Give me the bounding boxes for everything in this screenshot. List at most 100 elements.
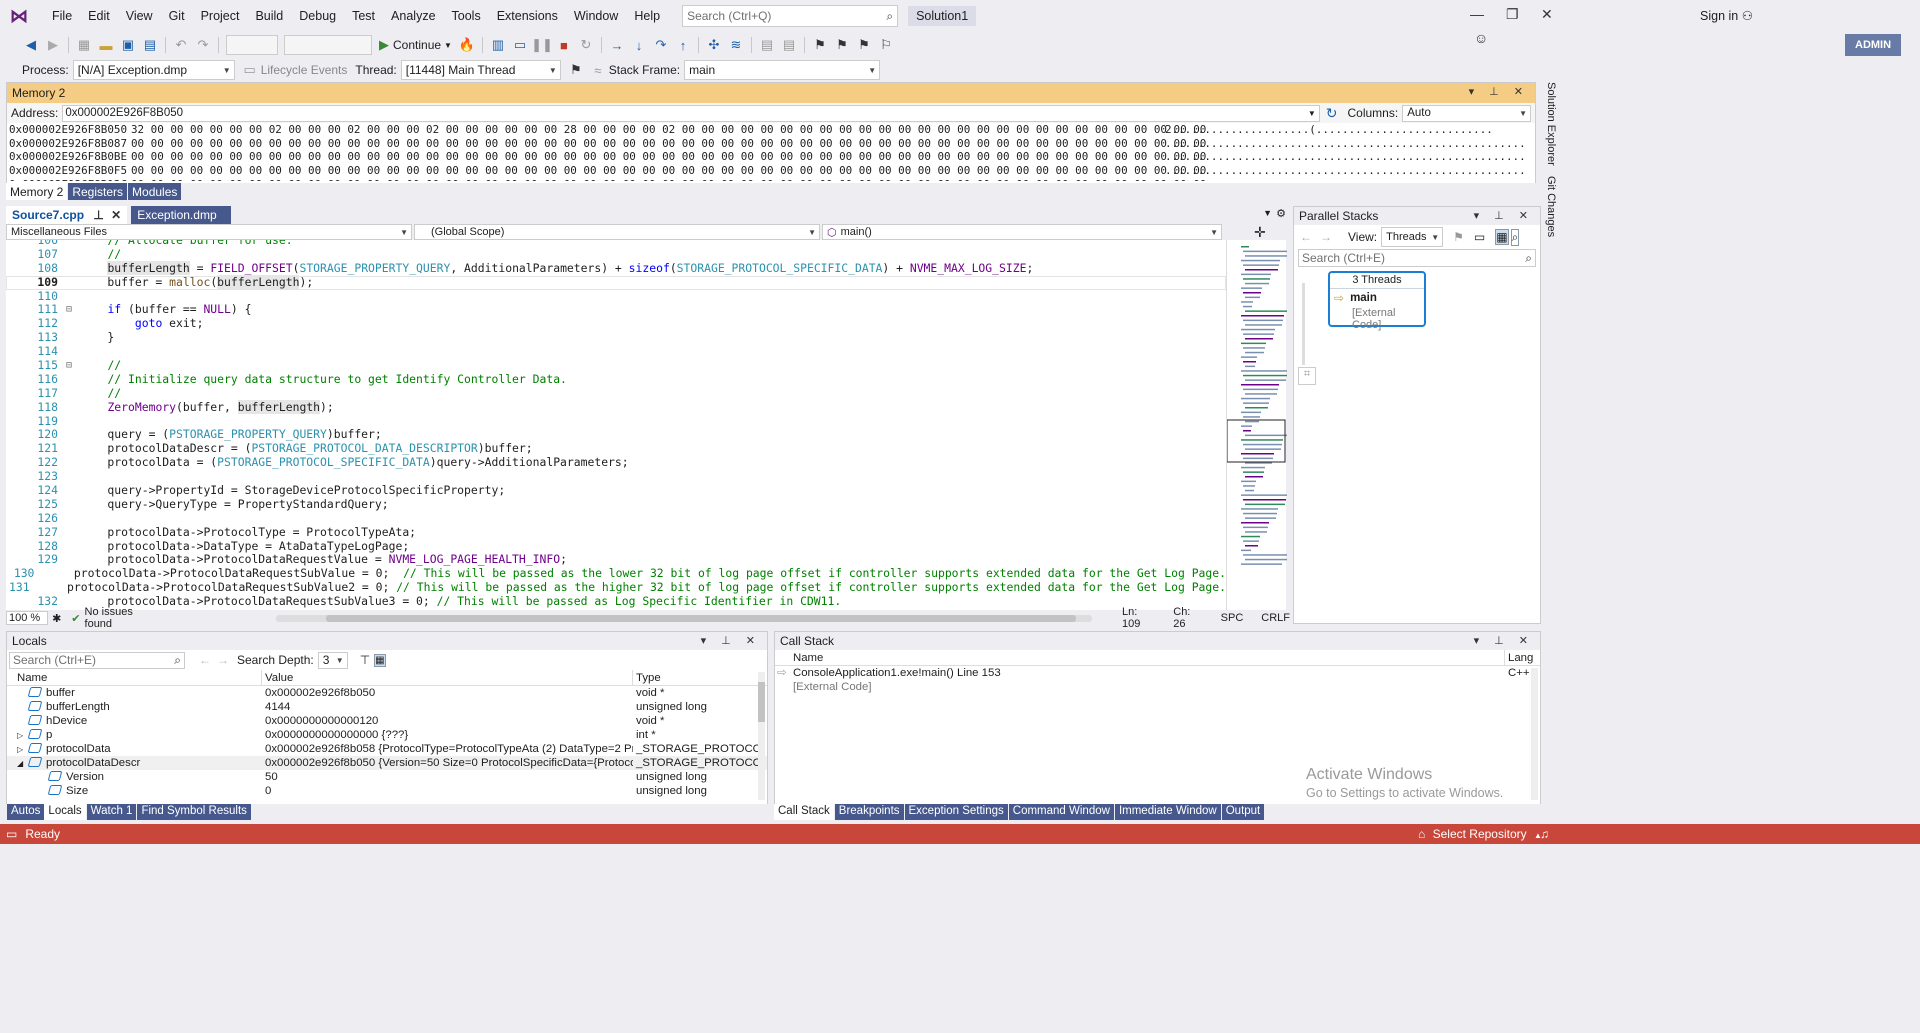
tab-modules[interactable]: Modules <box>128 183 182 200</box>
close-tab-icon[interactable]: ✕ <box>111 208 121 222</box>
back-icon[interactable]: ← <box>199 653 211 667</box>
settings-icon[interactable]: ⚙ <box>1276 207 1286 220</box>
memory-row[interactable]: 0x000002E926F8B12C00 00 00 00 00 00 00 0… <box>9 178 1535 181</box>
menu-debug[interactable]: Debug <box>291 0 344 32</box>
menu-help[interactable]: Help <box>626 0 668 32</box>
flag-thread-icon[interactable]: ⚑ <box>566 60 586 80</box>
tab-exception-settings[interactable]: Exception Settings <box>904 804 1008 820</box>
code-line[interactable]: 113 } <box>6 330 1226 345</box>
fit-icon[interactable]: ⌗ <box>1298 367 1316 385</box>
menu-file[interactable]: File <box>44 0 80 32</box>
menu-view[interactable]: View <box>118 0 161 32</box>
split-icon[interactable]: ✛ <box>1254 224 1266 240</box>
frame-external-code[interactable]: [External Code] <box>1330 307 1424 331</box>
code-line[interactable]: 119 <box>6 414 1226 429</box>
project-combo[interactable]: Miscellaneous Files ▼ <box>6 224 412 240</box>
menu-test[interactable]: Test <box>344 0 383 32</box>
code-line[interactable]: 115 ⊟ // <box>6 358 1226 373</box>
open-file-icon[interactable]: ▬ <box>96 35 116 55</box>
tab-output[interactable]: Output <box>1221 804 1265 820</box>
locals-search-input[interactable]: Search (Ctrl+E) ⌕ <box>9 651 185 669</box>
redo-icon[interactable]: ↷ <box>193 35 213 55</box>
line-ending-indicator[interactable]: CRLF <box>1261 612 1290 624</box>
column-name[interactable]: Name <box>7 670 262 685</box>
code-line[interactable]: 131 protocolData->ProtocolDataRequestSub… <box>6 580 1226 595</box>
address-input[interactable]: 0x000002E926F8B050 ▼ <box>62 104 1320 122</box>
memory-row[interactable]: 0x000002E926F8B050 32 00 00 00 00 00 00 0… <box>9 123 1535 137</box>
back-icon[interactable]: ◀ <box>21 35 41 55</box>
column-lang[interactable]: Lang <box>1505 650 1533 665</box>
flag-icon[interactable]: ⚑ <box>1453 230 1464 244</box>
menu-project[interactable]: Project <box>193 0 248 32</box>
tab-git-changes[interactable]: Git Changes <box>1545 176 1557 237</box>
zoom-slider[interactable] <box>1302 283 1305 365</box>
thread-combo[interactable]: [11448] Main Thread ▼ <box>400 60 561 80</box>
tab-immediate-window[interactable]: Immediate Window <box>1114 804 1221 820</box>
comment-icon[interactable]: ▤ <box>757 35 777 55</box>
code-line[interactable]: 120 query = (PSTORAGE_PROPERTY_QUERY)buf… <box>6 428 1226 442</box>
hex-view-icon[interactable]: ▦ <box>374 653 386 667</box>
pane-controls[interactable]: ▾ ⊥ ✕ <box>701 634 761 647</box>
expand-icon[interactable]: ▷ <box>17 743 29 756</box>
tab-exception-dmp[interactable]: Exception.dmp <box>131 206 232 224</box>
expand-icon[interactable]: ◢ <box>17 757 29 770</box>
code-line[interactable]: 110 <box>6 289 1226 304</box>
step-into-icon[interactable]: ↓ <box>629 35 649 55</box>
select-repository-button[interactable]: ⌂ Select Repository ▲ <box>1418 827 1542 841</box>
member-combo[interactable]: ⬡ main() ▼ <box>822 224 1222 240</box>
variable-value[interactable]: 0x000002e926f8b050 {Version=50 Size=0 Pr… <box>262 756 633 770</box>
uncomment-icon[interactable]: ▤ <box>779 35 799 55</box>
variable-value[interactable]: 0x000002e926f8b050 <box>262 686 633 700</box>
locals-row[interactable]: Version 50 unsigned long <box>7 770 767 784</box>
code-line[interactable]: 129 protocolData->ProtocolDataRequestVal… <box>6 553 1226 567</box>
call-stack-grid[interactable]: ⇨ ConsoleApplication1.exe!main() Line 153… <box>775 666 1540 694</box>
code-line[interactable]: 108 bufferLength = FIELD_OFFSET(STORAGE_… <box>6 260 1226 276</box>
code-line[interactable]: 117 // <box>6 386 1226 401</box>
variable-value[interactable]: 0x0000000000000000 {???} <box>262 728 633 742</box>
code-line[interactable]: 114 <box>6 344 1226 359</box>
code-editor[interactable]: 106 // Allocate buffer for use. 107 //108… <box>6 240 1226 610</box>
search-box[interactable]: Search (Ctrl+Q) ⌕ <box>682 5 899 27</box>
method-view-icon[interactable]: ▭ <box>1474 230 1485 244</box>
restore-button[interactable]: ❐ <box>1506 6 1519 23</box>
code-line[interactable]: 125 query->QueryType = PropertyStandardQ… <box>6 497 1226 512</box>
code-line[interactable]: 128 protocolData->DataType = AtaDataType… <box>6 539 1226 554</box>
variable-value[interactable]: 0x0000000000000120 <box>262 714 633 728</box>
lifecycle-events-button[interactable]: Lifecycle Events <box>261 63 348 77</box>
code-line[interactable]: 130 protocolData->ProtocolDataRequestSub… <box>6 566 1226 581</box>
code-line[interactable]: 112 goto exit; <box>6 316 1226 331</box>
variable-value[interactable]: 0 <box>262 784 633 798</box>
call-stack-row[interactable]: [External Code] <box>775 680 1540 694</box>
code-line[interactable]: 124 query->PropertyId = StorageDevicePro… <box>6 483 1226 498</box>
code-line[interactable]: 116 // Initialize query data structure t… <box>6 372 1226 387</box>
locals-row[interactable]: ▷ p 0x0000000000000000 {???} int * <box>7 728 767 742</box>
code-line[interactable]: 132 protocolData->ProtocolDataRequestSub… <box>6 594 1226 609</box>
memory-row[interactable]: 0x000002E926F8B0BE 00 00 00 00 00 00 00 0… <box>9 150 1535 164</box>
collapse-icon[interactable]: ⊟ <box>58 359 80 373</box>
sign-in-link[interactable]: Sign in ⚇ <box>1700 8 1753 23</box>
tab-watch-1[interactable]: Watch 1 <box>86 804 137 820</box>
locals-row[interactable]: buffer 0x000002e926f8b050 void * <box>7 686 767 700</box>
search-depth-combo[interactable]: 3 ▼ <box>317 651 348 669</box>
code-line[interactable]: 118 ZeroMemory(buffer, bufferLength); <box>6 399 1226 415</box>
save-all-icon[interactable]: ▤ <box>140 35 160 55</box>
column-type[interactable]: Type <box>633 670 763 685</box>
vertical-scrollbar[interactable] <box>1531 668 1538 800</box>
memory-row[interactable]: 0x000002E926F8B087 00 00 00 00 00 00 00 0… <box>9 137 1535 151</box>
stack-frame-combo[interactable]: main ▼ <box>684 60 881 80</box>
restart-icon[interactable]: ↻ <box>576 35 596 55</box>
tab-memory-2[interactable]: Memory 2 <box>6 183 68 200</box>
back-icon[interactable]: ← <box>1300 230 1312 244</box>
minimize-button[interactable]: — <box>1470 6 1484 22</box>
continue-button[interactable]: ▶ Continue ▼ <box>379 37 452 53</box>
column-value[interactable]: Value <box>262 670 633 685</box>
pane-controls[interactable]: ▾ ⊥ ✕ <box>1474 634 1534 647</box>
memory-grid[interactable]: 0x000002E926F8B050 32 00 00 00 00 00 00 0… <box>7 123 1535 181</box>
column-name[interactable]: Name <box>775 650 1505 665</box>
zoom-icon[interactable]: ⌕ <box>1510 228 1520 246</box>
code-line[interactable]: 106 // Allocate buffer for use. <box>6 240 1226 248</box>
columns-combo[interactable]: Auto ▼ <box>1402 104 1531 122</box>
show-next-statement-icon[interactable]: → <box>607 35 627 55</box>
code-cleanup-icon[interactable]: ✱ <box>52 612 61 625</box>
variable-value[interactable]: 50 <box>262 770 633 784</box>
